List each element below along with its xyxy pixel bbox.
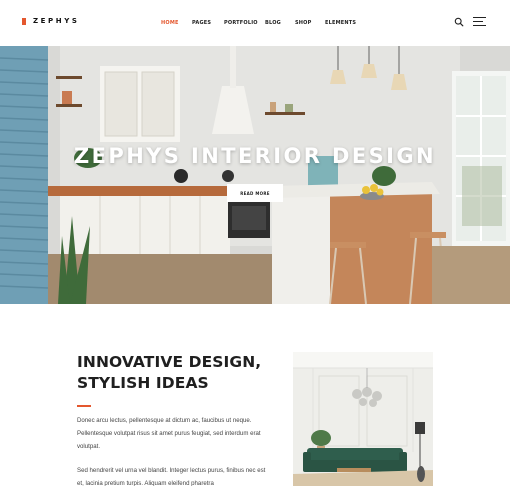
- nav-item-shop[interactable]: SHOP: [295, 19, 312, 27]
- hero-kitchen-image: [0, 46, 510, 304]
- section-heading-line2: STYLISH IDEAS: [77, 374, 209, 392]
- hamburger-menu-icon[interactable]: [473, 16, 487, 27]
- paragraph-line: Sed hendrerit vel urna vel blandit. Inte…: [77, 467, 266, 474]
- paragraph-line: Donec arcu lectus, pellentesque at dictu…: [77, 417, 252, 424]
- nav-item-pages[interactable]: PAGES: [192, 19, 211, 27]
- paragraph-line: volutpat.: [77, 442, 101, 450]
- page: ZEPHYS HOME PAGES PORTFOLIO BLOG SHOP EL…: [0, 0, 510, 486]
- hero-banner: ZEPHYS INTERIOR DESIGN READ MORE: [0, 46, 510, 304]
- main-nav: HOME PAGES PORTFOLIO BLOG SHOP ELEMENTS: [0, 19, 510, 27]
- section-heading-line1: INNOVATIVE DESIGN,: [77, 353, 262, 371]
- paragraph-line: Pellentesque volutpat risus sit amet pur…: [77, 429, 261, 437]
- hero-title: ZEPHYS INTERIOR DESIGN: [74, 144, 436, 168]
- search-icon[interactable]: [454, 17, 464, 27]
- section-heading: INNOVATIVE DESIGN, STYLISH IDEAS: [77, 352, 277, 394]
- section-paragraph-1: Donec arcu lectus, pellentesque at dictu…: [77, 415, 267, 454]
- section-paragraph-2: Sed hendrerit vel urna vel blandit. Inte…: [77, 465, 267, 486]
- living-room-image: [293, 352, 433, 486]
- nav-item-blog[interactable]: BLOG: [265, 19, 281, 27]
- nav-item-portfolio[interactable]: PORTFOLIO: [224, 19, 258, 27]
- site-header: ZEPHYS HOME PAGES PORTFOLIO BLOG SHOP EL…: [0, 0, 510, 46]
- nav-item-home[interactable]: HOME: [161, 19, 179, 27]
- read-more-button[interactable]: READ MORE: [227, 184, 283, 202]
- heading-accent-line: [77, 405, 91, 407]
- paragraph-line: et, lacinia pretium turpis. Aliquam elei…: [77, 479, 214, 486]
- nav-item-elements[interactable]: ELEMENTS: [325, 19, 356, 27]
